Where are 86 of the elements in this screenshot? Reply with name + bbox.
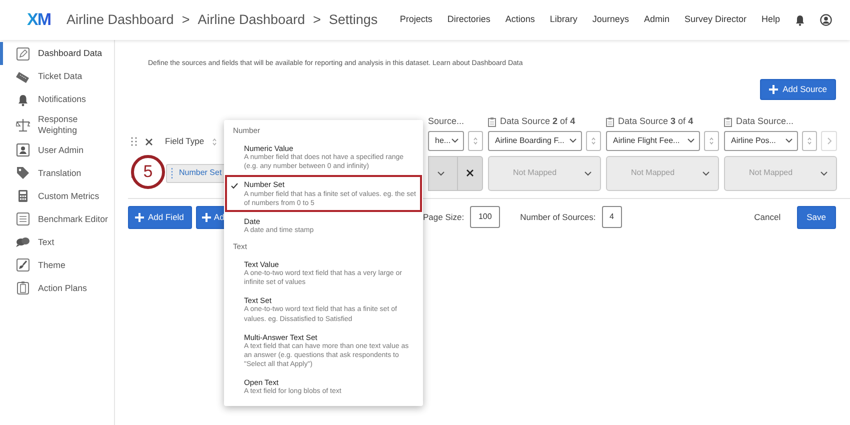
- sidebar-item[interactable]: Translation: [0, 162, 114, 185]
- save-button[interactable]: Save: [796, 206, 836, 228]
- sort-button[interactable]: [704, 130, 719, 150]
- pencil-icon: [16, 46, 30, 60]
- breadcrumb-link[interactable]: Airline Dashboard: [66, 10, 174, 30]
- sidebar-item[interactable]: User Admin: [0, 138, 114, 162]
- page-size-field[interactable]: 100: [470, 206, 500, 228]
- sort-icon: [709, 136, 714, 144]
- nav-link[interactable]: Help: [761, 13, 780, 27]
- sidebar-item[interactable]: Ticket Data: [0, 65, 114, 88]
- plus-icon: [135, 212, 144, 222]
- clipboard-icon: [488, 116, 496, 126]
- chevron-down-icon: [702, 170, 710, 176]
- nav-link[interactable]: Projects: [400, 13, 432, 27]
- scale-icon: [16, 118, 30, 132]
- add-field-button[interactable]: Add Field: [128, 206, 192, 228]
- sidebar-item[interactable]: Custom Metrics: [0, 184, 114, 208]
- sources-count-field[interactable]: 4: [602, 206, 622, 228]
- sidebar-item[interactable]: Theme: [0, 254, 114, 277]
- add-button[interactable]: Ad: [196, 206, 226, 228]
- page-size-label: Page Size:: [423, 210, 464, 224]
- chevron-down-icon: [687, 138, 695, 143]
- drag-handle-icon: [171, 168, 173, 178]
- chevron-down-icon: [820, 170, 828, 176]
- sort-button[interactable]: [468, 130, 483, 150]
- notification-bell-icon[interactable]: [795, 14, 805, 26]
- sort-icon: [807, 136, 812, 144]
- cancel-button[interactable]: Cancel: [754, 210, 781, 224]
- sidebar-item[interactable]: Notifications: [0, 88, 114, 111]
- plus-icon: [202, 212, 211, 222]
- sort-button[interactable]: [586, 130, 601, 150]
- sort-button[interactable]: [802, 130, 817, 150]
- step-marker: 5: [131, 155, 165, 189]
- column-header: Source...: [428, 114, 464, 128]
- user-card-icon: [16, 143, 30, 158]
- close-icon[interactable]: [145, 138, 153, 146]
- plus-icon: [768, 84, 778, 94]
- next-button[interactable]: [821, 130, 837, 150]
- nav-link[interactable]: Actions: [505, 13, 535, 27]
- chevron-down-icon: [584, 170, 592, 176]
- nav-link[interactable]: Admin: [644, 13, 670, 27]
- column-header: Field Type: [165, 135, 204, 148]
- sidebar-item[interactable]: Text: [0, 230, 114, 254]
- document-lines-icon: [16, 212, 30, 226]
- calculator-icon: [16, 189, 30, 204]
- column-header: Data Source 3 of 4: [618, 114, 694, 128]
- nav-link[interactable]: Survey Director: [684, 13, 746, 27]
- bell-icon: [16, 92, 30, 106]
- source-select[interactable]: Airline Flight Fee...: [606, 130, 700, 150]
- user-profile-icon[interactable]: [820, 14, 832, 26]
- source-select[interactable]: Airline Pos...: [724, 130, 798, 150]
- chevron-down-icon: [451, 138, 459, 143]
- sidebar-item[interactable]: Dashboard Data: [0, 42, 114, 65]
- source-select[interactable]: Airline Boarding F...: [488, 130, 582, 150]
- sort-icon: [212, 138, 218, 146]
- nav-link[interactable]: Directories: [447, 13, 490, 27]
- ticket-icon: [16, 70, 30, 84]
- breadcrumb-link[interactable]: Settings: [328, 10, 378, 30]
- source-select[interactable]: he...: [428, 130, 464, 150]
- breadcrumb-separator: >: [313, 10, 321, 29]
- tag-icon: [16, 166, 30, 180]
- breadcrumb-link[interactable]: Airline Dashboard: [198, 10, 306, 30]
- clipboard-icon: [606, 116, 614, 126]
- add-source-button[interactable]: Add Source: [760, 78, 836, 100]
- breadcrumb-separator: >: [182, 10, 190, 29]
- nav-link[interactable]: Journeys: [592, 13, 629, 27]
- sort-icon: [473, 136, 478, 144]
- nav-link[interactable]: Library: [550, 13, 578, 27]
- chevron-right-icon: [826, 136, 832, 144]
- sources-count-label: Number of Sources:: [520, 210, 596, 224]
- checkmark-icon: [231, 183, 238, 190]
- close-icon[interactable]: [466, 169, 474, 177]
- brush-icon: [16, 258, 30, 272]
- chevron-down-icon: [785, 138, 793, 143]
- speech-bubbles-icon: [16, 235, 30, 250]
- sidebar-item[interactable]: Benchmark Editor: [0, 208, 114, 231]
- clipboard-icon: [16, 281, 30, 296]
- chevron-down-icon: [437, 170, 445, 176]
- column-header: Data Source 2 of 4: [500, 114, 576, 128]
- column-header: Data Source...: [736, 114, 794, 128]
- sidebar-item[interactable]: Response Weighting: [0, 111, 95, 139]
- chevron-down-icon: [569, 138, 577, 143]
- clipboard-icon: [724, 116, 732, 126]
- sidebar-item[interactable]: Action Plans: [0, 276, 114, 300]
- sort-icon: [591, 136, 596, 144]
- drag-handle-icon: [131, 137, 137, 146]
